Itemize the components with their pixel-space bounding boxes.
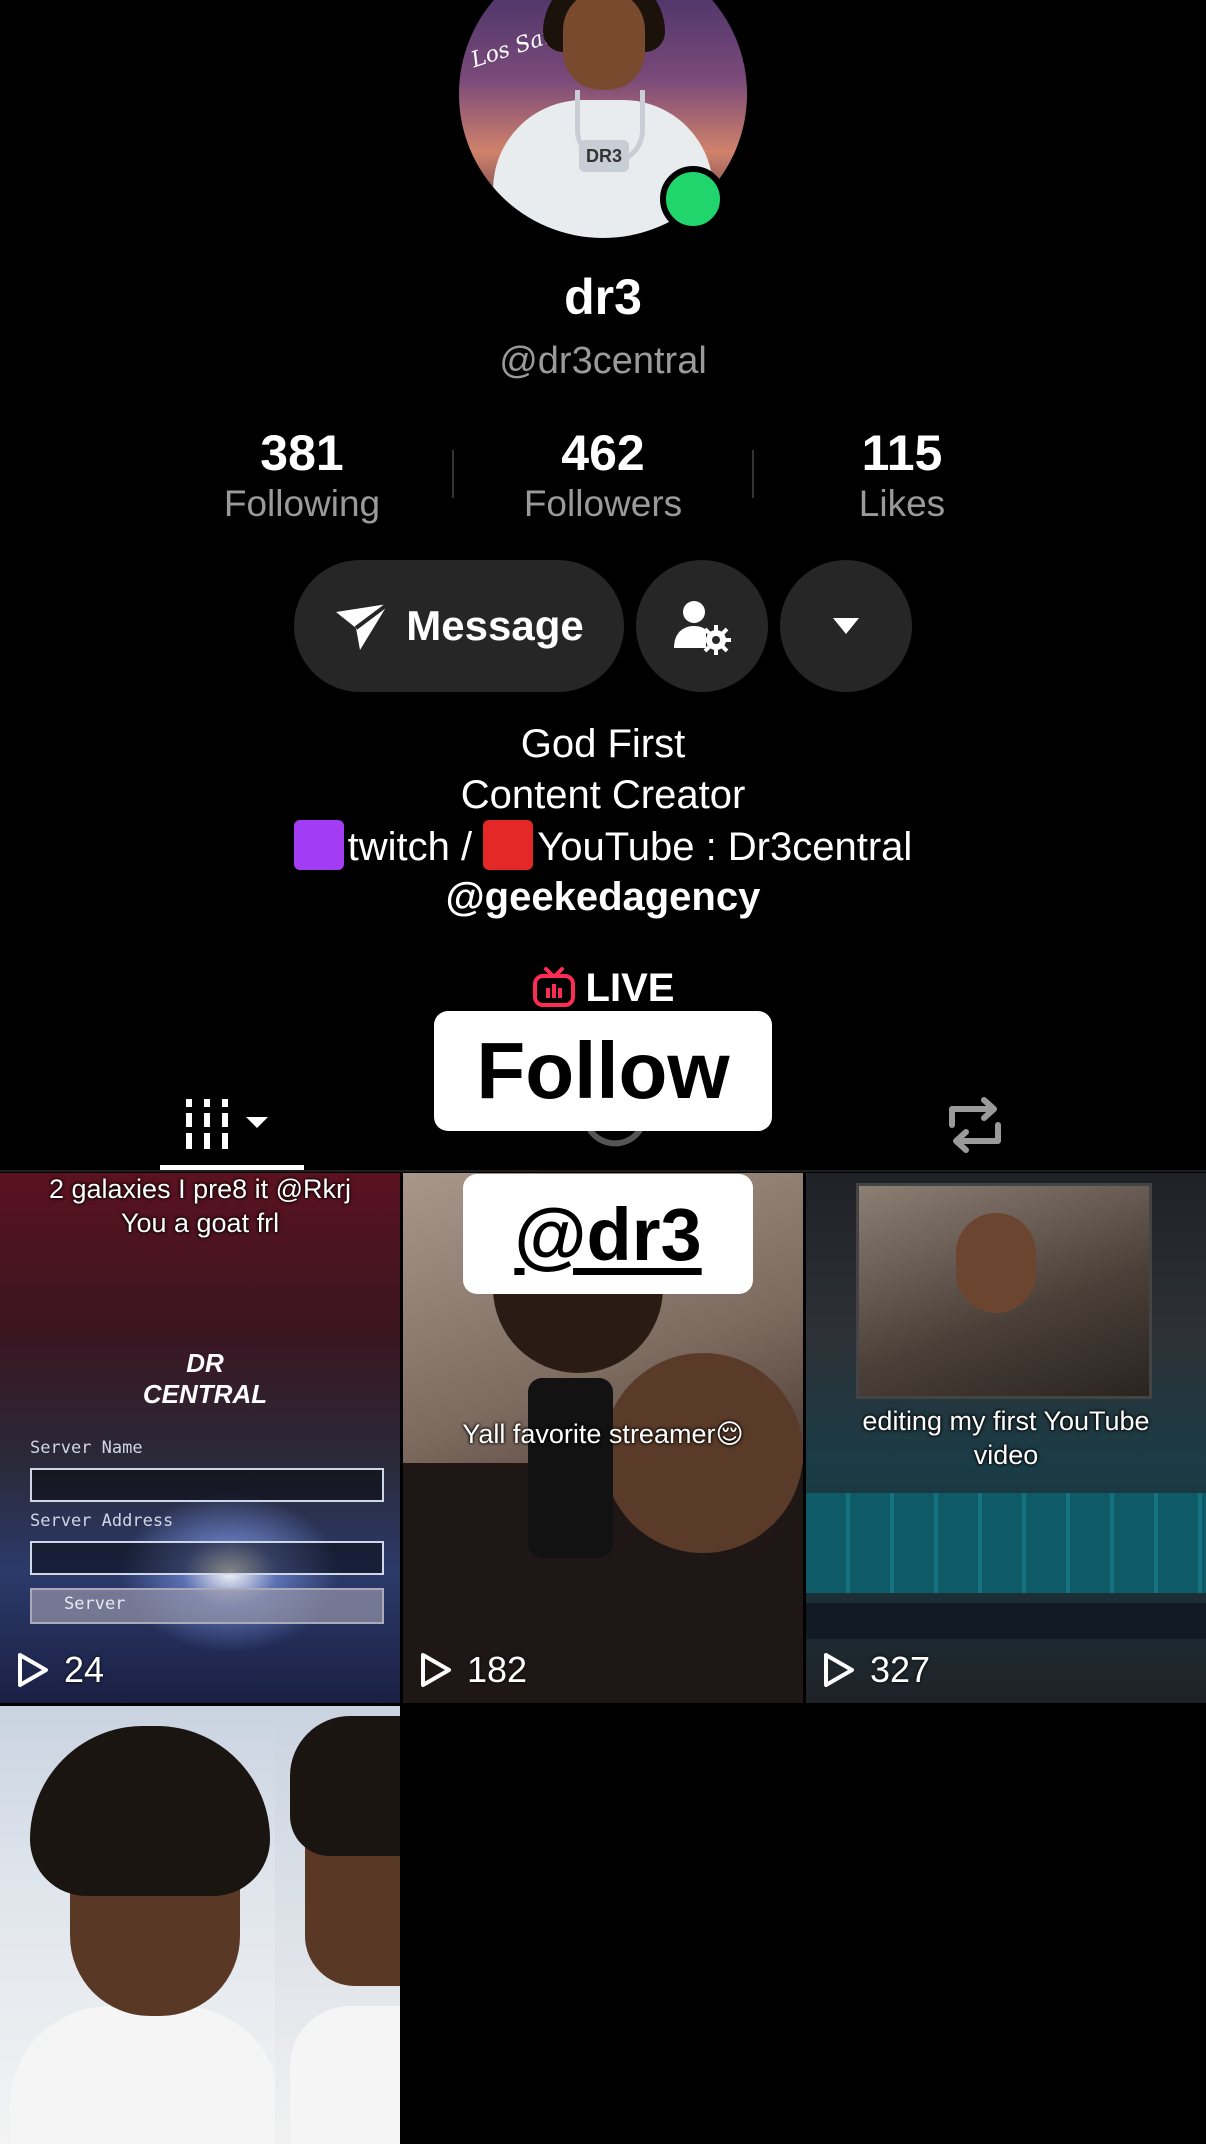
stat-likes[interactable]: 115 Likes: [772, 425, 1032, 527]
channel-logo: DR CENTRAL: [142, 1348, 268, 1409]
video-figure: [290, 1716, 400, 1856]
online-status-indicator: [660, 166, 726, 232]
tabs-divider: [0, 1170, 1206, 1172]
server-address-label: Server Address: [30, 1511, 174, 1531]
video-thumbnail[interactable]: 2 galaxies I pre8 it @Rkrj You a goat fr…: [0, 1173, 400, 1703]
server-button-label: Server: [64, 1594, 126, 1614]
bio-link[interactable]: @geekedagency: [0, 871, 1206, 923]
editor-timeline: [806, 1493, 1206, 1593]
bio-youtube-text: YouTube : Dr3central: [537, 825, 913, 869]
play-count: 327: [822, 1649, 930, 1691]
stat-divider: [752, 450, 754, 498]
play-count-value: 327: [870, 1649, 931, 1690]
stat-following-count: 381: [260, 425, 344, 481]
video-thumbnail[interactable]: editing my first YouTube video 327: [806, 1173, 1206, 1703]
video-figure: [603, 1353, 803, 1553]
video-caption: You a goat frl: [120, 1208, 280, 1238]
bio-line: Content Creator: [460, 773, 746, 817]
server-address-field: [30, 1541, 384, 1575]
play-count: 24: [16, 1649, 104, 1691]
server-name-field: [30, 1468, 384, 1502]
stat-followers-count: 462: [561, 425, 645, 481]
purple-square-emoji: [293, 820, 344, 870]
play-count-value: 24: [64, 1649, 105, 1690]
repost-icon: [949, 1097, 1001, 1153]
play-icon: [18, 1653, 48, 1687]
stat-divider: [452, 450, 454, 498]
username-handle: @dr3central: [499, 340, 707, 382]
grid-icon: [186, 1099, 268, 1149]
tab-reposts[interactable]: [930, 1080, 1020, 1170]
more-options-dropdown[interactable]: [780, 560, 912, 692]
stat-following-label: Following: [223, 483, 381, 524]
bio-line: twitch / YouTube : Dr3central: [0, 820, 1206, 873]
follow-button[interactable]: Follow: [434, 1011, 772, 1131]
play-icon: [421, 1653, 451, 1687]
stat-likes-count: 115: [861, 425, 943, 481]
caret-down-icon: [833, 618, 859, 634]
bio-line: God First: [520, 722, 686, 766]
video-caption: Yall favorite streamer😌: [462, 1419, 744, 1449]
server-name-label: Server Name: [30, 1438, 143, 1458]
stat-likes-label: Likes: [858, 483, 946, 524]
editor-taskbar: [806, 1603, 1206, 1639]
message-button[interactable]: Message: [294, 560, 624, 692]
paper-plane-icon: [336, 602, 390, 650]
play-count-value: 182: [467, 1649, 528, 1690]
tv-icon: [532, 967, 575, 1007]
red-square-emoji: [483, 820, 534, 870]
video-figure: [528, 1378, 613, 1558]
user-gear-icon: [674, 601, 731, 655]
live-label: LIVE: [585, 966, 675, 1010]
video-figure: [956, 1213, 1036, 1313]
stat-following[interactable]: 381 Following: [172, 425, 432, 527]
video-caption: 2 galaxies I pre8 it @Rkrj: [48, 1174, 352, 1204]
video-figure: [10, 2006, 280, 2144]
user-settings-button[interactable]: [636, 560, 768, 692]
avatar-pendant: DR3: [579, 140, 629, 172]
play-icon: [824, 1653, 854, 1687]
stat-followers-label: Followers: [523, 483, 683, 524]
stat-followers[interactable]: 462 Followers: [473, 425, 733, 527]
avatar-face: [563, 0, 645, 90]
tab-videos[interactable]: [160, 1080, 300, 1170]
video-figure: [30, 1726, 270, 1896]
live-link[interactable]: LIVE: [0, 966, 1206, 1011]
display-name: dr3: [564, 269, 642, 325]
play-count: 182: [419, 1649, 527, 1691]
video-thumbnail[interactable]: [0, 1706, 400, 2144]
video-caption: video: [973, 1440, 1039, 1470]
video-caption: editing my first YouTube: [862, 1406, 1150, 1436]
message-button-label: Message: [406, 602, 584, 649]
bio-twitch-text: twitch /: [347, 825, 484, 869]
handle-overlay[interactable]: @dr3: [463, 1174, 753, 1294]
video-figure: [290, 2006, 400, 2144]
